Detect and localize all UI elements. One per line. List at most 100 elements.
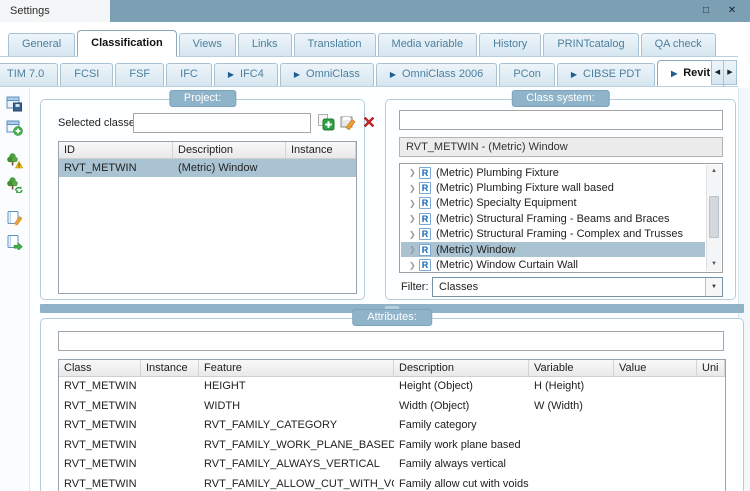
- delete-class-icon[interactable]: [360, 113, 378, 131]
- project-panel: Project: Selected classes ID Description…: [40, 90, 375, 300]
- secondary-tab-label: OmniClass 2006: [401, 68, 484, 80]
- col-description[interactable]: Description: [173, 142, 286, 158]
- secondary-tab[interactable]: ▶ OmniClass 2006: [375, 63, 498, 86]
- maximize-icon[interactable]: □: [698, 3, 714, 19]
- col-id[interactable]: ID: [59, 142, 173, 158]
- class-tree-item[interactable]: ❯ R (Metric) Structural Framing - Comple…: [401, 227, 705, 242]
- scroll-up-icon[interactable]: ▲: [707, 165, 721, 178]
- primary-tab[interactable]: Media variable: [377, 33, 478, 56]
- secondary-tab[interactable]: ▶PCon: [499, 63, 555, 86]
- filter-label: Filter:: [401, 281, 429, 293]
- expand-chevron-icon[interactable]: ❯: [409, 230, 419, 239]
- secondary-tab[interactable]: ▶FSF: [115, 63, 165, 86]
- expand-chevron-icon[interactable]: ❯: [409, 184, 419, 193]
- attribute-row[interactable]: RVT_METWIN RVT_FAMILY_CATEGORY Family ca…: [59, 416, 725, 436]
- col-feature[interactable]: Feature: [199, 360, 394, 376]
- class-tree-label: (Metric) Structural Framing - Beams and …: [436, 212, 670, 225]
- tree-scrollbar[interactable]: ▲ ▼: [706, 165, 721, 271]
- primary-tab[interactable]: History: [479, 33, 542, 56]
- tabs-scroll-left-icon[interactable]: ◀: [711, 60, 724, 85]
- add-class-icon[interactable]: [317, 113, 335, 131]
- cell-variable: W (Width): [534, 399, 583, 412]
- cell-id: RVT_METWIN: [64, 162, 137, 174]
- col-value[interactable]: Value: [614, 360, 697, 376]
- revit-icon: R: [419, 243, 431, 256]
- edit-page-icon[interactable]: [6, 209, 23, 226]
- cell-unit: [697, 436, 725, 456]
- secondary-tab-label: IFC4: [240, 68, 264, 80]
- cell-description: Family work plane based: [399, 438, 521, 451]
- close-icon[interactable]: ✕: [724, 3, 740, 19]
- revit-icon: R: [419, 228, 431, 241]
- secondary-tab[interactable]: ▶IFC: [166, 63, 212, 86]
- tabs-scroll-right-icon[interactable]: ▶: [724, 60, 737, 85]
- expand-chevron-icon[interactable]: ❯: [409, 261, 419, 270]
- tree-refresh-icon[interactable]: [6, 176, 23, 194]
- primary-tab[interactable]: Links: [237, 33, 292, 56]
- attributes-panel-title: Attributes:: [352, 309, 432, 326]
- attribute-row[interactable]: RVT_METWIN RVT_FAMILY_ALWAYS_VERTICAL Fa…: [59, 455, 725, 475]
- filter-dropdown[interactable]: Classes ▼: [432, 277, 723, 297]
- scrollbar-thumb[interactable]: [709, 196, 719, 238]
- class-tree-item[interactable]: ❯ R (Metric) Window Curtain Wall: [401, 257, 705, 272]
- primary-tab[interactable]: QA check: [640, 33, 716, 56]
- col-unit[interactable]: Uni: [697, 360, 725, 376]
- class-tree-item[interactable]: ❯ R (Metric) Window: [401, 241, 705, 258]
- attributes-panel: Attributes: Class Instance Feature Descr…: [40, 309, 744, 491]
- primary-tab[interactable]: Classification: [77, 30, 177, 57]
- col-description[interactable]: Description: [394, 360, 529, 376]
- secondary-tab[interactable]: ▶ CIBSE PDT: [556, 63, 656, 86]
- primary-tab[interactable]: Views: [178, 33, 236, 56]
- selected-classes-label: Selected classes: [58, 117, 141, 129]
- secondary-tab[interactable]: ▶ IFC4: [213, 63, 278, 86]
- cell-value: [614, 436, 697, 456]
- col-instance[interactable]: Instance: [141, 360, 199, 376]
- primary-tab[interactable]: Translation: [293, 33, 376, 56]
- secondary-tab[interactable]: ▶ OmniClass: [279, 63, 374, 86]
- cell-description: Width (Object): [399, 399, 470, 412]
- page-export-icon[interactable]: [6, 233, 23, 252]
- class-tree-item[interactable]: ❯ R (Metric) Specialty Equipment: [401, 196, 705, 211]
- class-tree-item[interactable]: ❯ R (Metric) Plumbing Fixture wall based: [401, 180, 705, 195]
- attribute-row[interactable]: RVT_METWIN RVT_FAMILY_WORK_PLANE_BASED F…: [59, 436, 725, 456]
- selected-classes-input[interactable]: [133, 113, 311, 133]
- save-icon[interactable]: [6, 95, 23, 112]
- project-table-row[interactable]: RVT_METWIN (Metric) Window: [59, 159, 356, 177]
- class-tree-item[interactable]: ❯ R (Metric) Plumbing Fixture: [401, 165, 705, 180]
- cell-instance: [286, 159, 356, 177]
- window-gear-icon[interactable]: [6, 119, 23, 136]
- expand-chevron-icon[interactable]: ❯: [409, 168, 419, 177]
- class-search-input[interactable]: [399, 110, 723, 130]
- secondary-tab-bar: ▶TIM 7.0 ▶FCSI ▶FSF ▶IFC ▶IFC4 ▶OmniClas…: [0, 60, 738, 87]
- expand-chevron-icon[interactable]: ❯: [409, 245, 419, 254]
- attributes-filter-input[interactable]: [58, 331, 724, 351]
- secondary-tab-label: OmniClass: [306, 68, 360, 80]
- cell-unit: [697, 416, 725, 436]
- scroll-down-icon[interactable]: ▼: [707, 258, 721, 271]
- attribute-row[interactable]: RVT_METWIN RVT_FAMILY_ALLOW_CUT_WITH_VOI…: [59, 475, 725, 491]
- cell-variable: [529, 475, 614, 491]
- attribute-row[interactable]: RVT_METWIN WIDTH Width (Object) W (Width…: [59, 397, 725, 417]
- cell-instance: [141, 475, 199, 491]
- edit-class-icon[interactable]: [339, 113, 357, 131]
- primary-tab[interactable]: PRINTcatalog: [543, 33, 639, 56]
- tab-scroll-buttons: ◀ ▶: [711, 60, 737, 85]
- cell-description: Family category: [399, 419, 477, 431]
- cell-description: Family allow cut with voids: [399, 477, 529, 490]
- col-variable[interactable]: Variable: [529, 360, 614, 376]
- cell-description: Height (Object): [399, 380, 473, 392]
- tree-warning-icon[interactable]: [6, 152, 24, 169]
- attribute-row[interactable]: RVT_METWIN HEIGHT Height (Object) H (Hei…: [59, 377, 725, 397]
- expand-chevron-icon[interactable]: ❯: [409, 199, 419, 208]
- col-class[interactable]: Class: [59, 360, 141, 376]
- dropdown-arrow-icon[interactable]: ▼: [705, 278, 722, 296]
- titlebar-fill: [110, 0, 698, 22]
- primary-tab[interactable]: General: [8, 33, 76, 56]
- class-tree-item[interactable]: ❯ R (Metric) Structural Framing - Beams …: [401, 211, 705, 226]
- col-instance[interactable]: Instance: [286, 142, 356, 158]
- secondary-tab[interactable]: ▶FCSI: [60, 63, 114, 86]
- expand-chevron-icon[interactable]: ❯: [409, 214, 419, 223]
- secondary-tab[interactable]: ▶TIM 7.0: [0, 63, 59, 86]
- current-class-field: RVT_METWIN - (Metric) Window: [399, 137, 723, 157]
- secondary-tab-label: FCSI: [74, 68, 100, 80]
